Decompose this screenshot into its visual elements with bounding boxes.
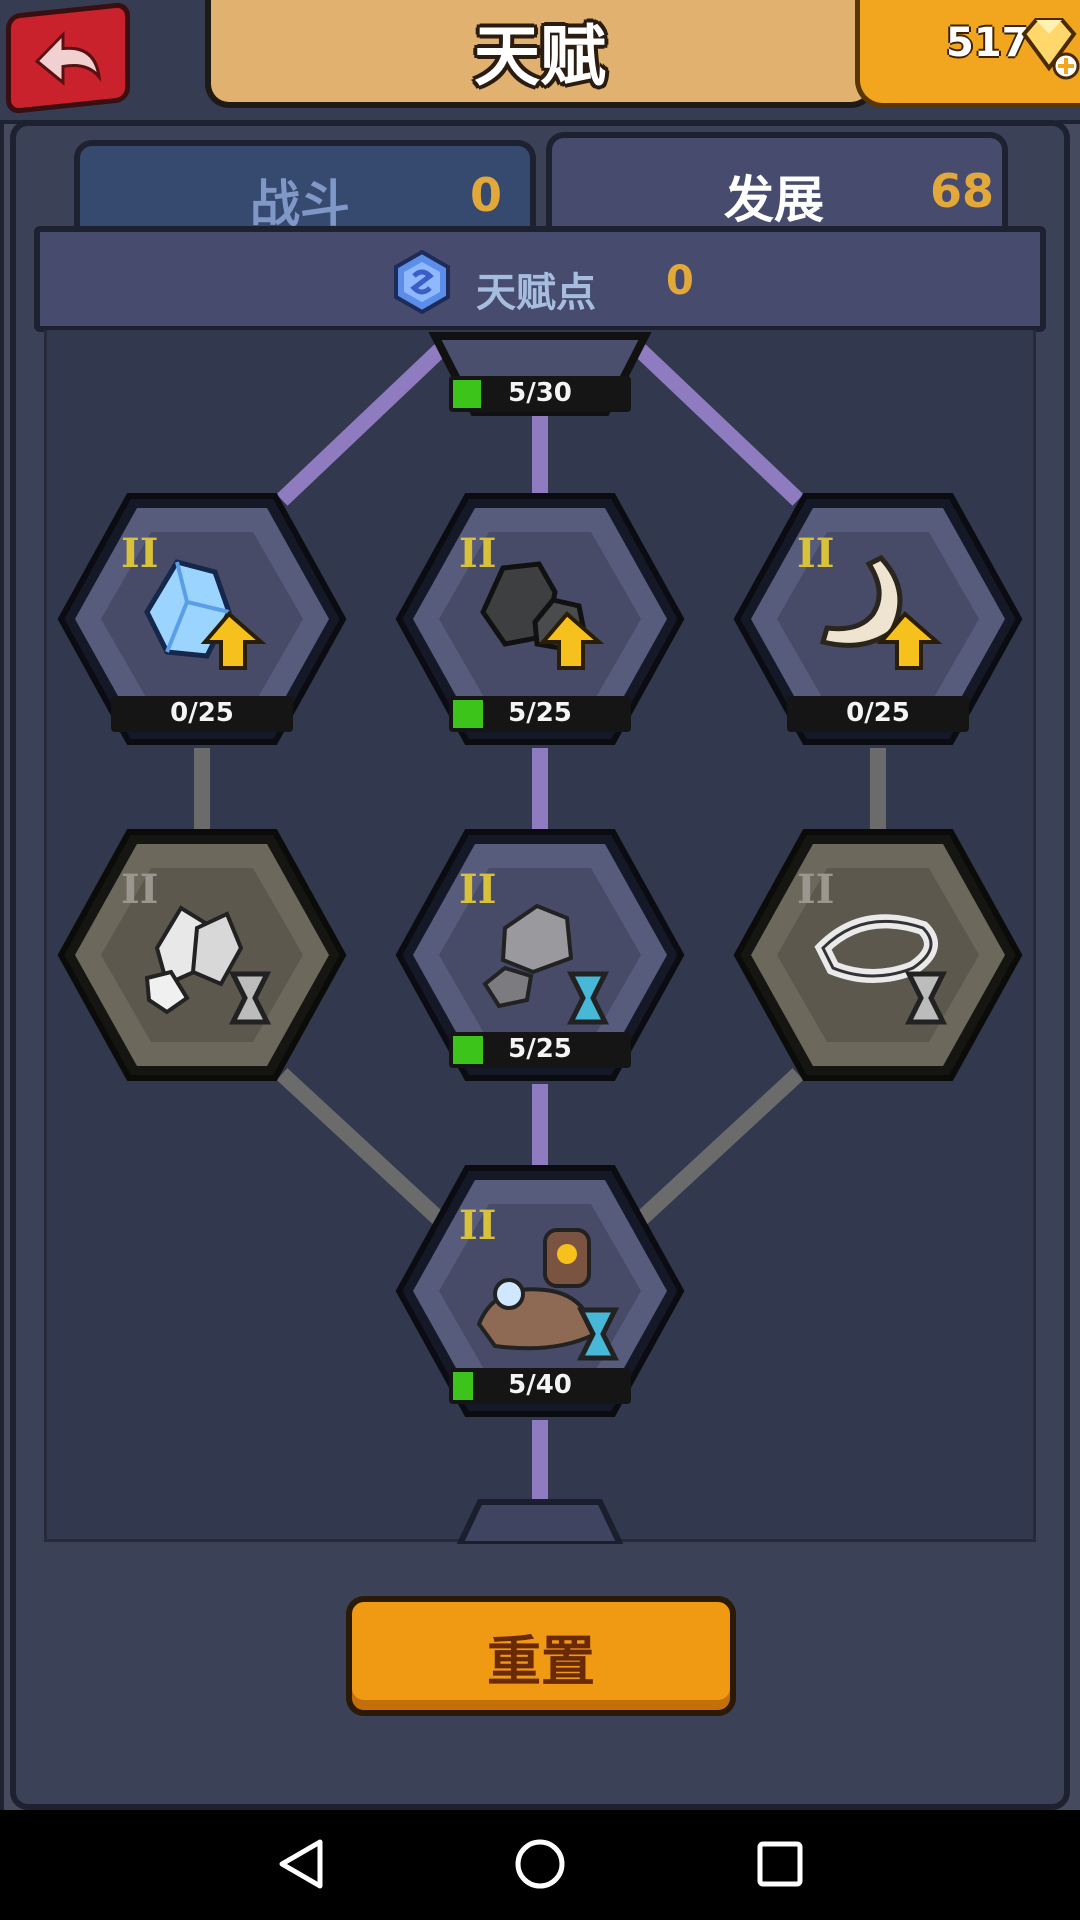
progress-text: 0/25: [846, 698, 910, 728]
talent-node-crystal-upgrade[interactable]: II 0/25: [57, 492, 347, 746]
talent-node-bone-time[interactable]: II: [733, 828, 1023, 1082]
page-title: 天赋: [474, 18, 606, 95]
progress-text: 5/40: [508, 1370, 572, 1400]
nav-back-icon[interactable]: [274, 1836, 330, 1892]
nav-home-icon[interactable]: [512, 1836, 568, 1892]
gem-counter[interactable]: 517: [855, 0, 1080, 108]
system-nav-bar: [0, 1810, 1080, 1920]
back-button[interactable]: [6, 1, 130, 115]
progress-text: 5/25: [508, 698, 572, 728]
talent-node-workshop-time[interactable]: II 5/40: [395, 1164, 685, 1418]
crystal-time-icon: [144, 905, 272, 1025]
title-banner: 天赋: [205, 0, 875, 108]
crystal-upgrade-icon: [144, 559, 267, 670]
progress-bar: 5/25: [449, 1032, 631, 1068]
reset-button-label: 重置: [487, 1629, 595, 1693]
talent-node-stone-time[interactable]: II 5/25: [395, 828, 685, 1082]
diamond-add-icon: [1021, 18, 1080, 80]
stone-upgrade-icon: [480, 561, 605, 670]
progress-bar: 0/25: [787, 696, 969, 732]
progress-bar: 0/25: [111, 696, 293, 732]
back-arrow-icon: [34, 30, 102, 86]
talent-node-top[interactable]: 5/30: [395, 236, 685, 416]
reset-button[interactable]: 重置: [346, 1596, 736, 1716]
nav-recents-icon[interactable]: [752, 1836, 808, 1892]
progress-bar: 5/40: [449, 1368, 631, 1404]
progress-bar: 5/25: [449, 696, 631, 732]
gem-count: 517: [946, 20, 1030, 66]
progress-bar: 5/30: [449, 376, 631, 412]
progress-text: 0/25: [170, 698, 234, 728]
talent-node-bottom-partial: [456, 1499, 624, 1544]
workshop-time-icon: [476, 1228, 620, 1361]
bone-time-icon: [814, 914, 948, 1025]
talent-node-crystal-time[interactable]: II: [57, 828, 347, 1082]
bone-upgrade-icon: [819, 554, 943, 670]
talent-node-stone-upgrade[interactable]: II 5/25: [395, 492, 685, 746]
stone-time-icon: [482, 903, 610, 1025]
progress-text: 5/30: [508, 378, 572, 408]
progress-text: 5/25: [508, 1034, 572, 1064]
talent-node-bone-upgrade[interactable]: II 0/25: [733, 492, 1023, 746]
